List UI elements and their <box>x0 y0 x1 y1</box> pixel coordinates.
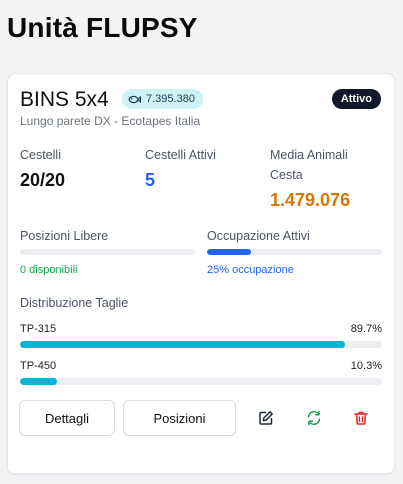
size-percent: 10.3% <box>350 360 382 372</box>
status-badge: Attivo <box>331 89 381 109</box>
size-bar <box>20 378 382 385</box>
animal-count-value: 7.395.380 <box>146 93 195 105</box>
size-bar-fill <box>20 341 345 348</box>
stat-active-baskets-label: Cestelli Attivi <box>145 148 216 162</box>
refresh-icon <box>307 410 321 426</box>
active-occupancy: Occupazione Attivi 25% occupazione <box>207 229 382 276</box>
size-name: TP-450 <box>20 360 57 372</box>
stat-baskets-label: Cestelli <box>20 148 61 162</box>
stat-average-animals-value: 1.479.076 <box>270 190 351 210</box>
unit-location: Lungo parete DX - Ecotapes Italia <box>20 114 201 128</box>
size-percent: 89.7% <box>350 323 382 335</box>
active-occupancy-note: 25% occupazione <box>207 264 294 276</box>
unit-name: BINS 5x4 <box>20 88 109 111</box>
stat-average-animals: Media Animali Cesta 1.479.076 <box>270 145 382 211</box>
flupsy-card: BINS 5x4 7.395.380 Attivo Lungo parete D… <box>7 73 395 474</box>
size-name: TP-315 <box>20 323 57 335</box>
size-distribution-title: Distribuzione Taglie <box>20 296 129 310</box>
stat-average-animals-label: Media Animali Cesta <box>270 148 348 182</box>
delete-button[interactable] <box>349 406 373 430</box>
stat-baskets-value: 20/20 <box>20 170 66 190</box>
size-bar-fill <box>20 378 58 385</box>
free-positions: Posizioni Libere 0 disponibili <box>20 229 195 276</box>
active-occupancy-label: Occupazione Attivi <box>207 229 310 243</box>
free-positions-note: 0 disponibili <box>20 264 78 276</box>
edit-button[interactable] <box>254 406 278 430</box>
size-bar <box>20 341 382 348</box>
trash-icon <box>354 411 368 425</box>
details-button[interactable]: Dettagli <box>19 400 115 436</box>
stat-active-baskets: Cestelli Attivi 5 <box>145 145 216 191</box>
refresh-button[interactable] <box>302 406 326 430</box>
edit-icon <box>259 411 273 425</box>
page-title: Unità FLUPSY <box>7 12 198 43</box>
positions-button[interactable]: Posizioni <box>123 400 236 436</box>
free-positions-label: Posizioni Libere <box>20 229 109 243</box>
active-occupancy-bar <box>207 249 382 255</box>
free-positions-bar <box>20 249 195 255</box>
fish-icon <box>128 95 141 103</box>
active-occupancy-bar-fill <box>207 249 251 255</box>
stat-active-baskets-value: 5 <box>145 170 156 190</box>
animal-count-badge: 7.395.380 <box>122 89 203 109</box>
stat-baskets: Cestelli 20/20 <box>20 145 65 191</box>
size-row-tp-450: TP-450 10.3% <box>20 360 382 385</box>
size-row-tp-315: TP-315 89.7% <box>20 323 382 348</box>
